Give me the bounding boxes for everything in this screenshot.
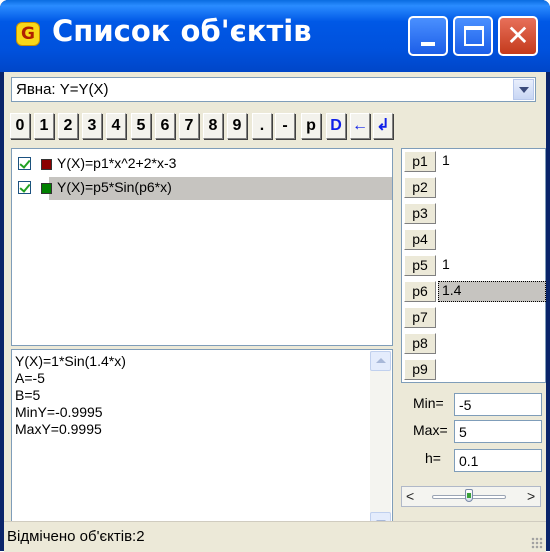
param-row[interactable]: p7	[404, 307, 546, 328]
param-row[interactable]: p3	[404, 203, 546, 224]
param-row[interactable]: p9	[404, 359, 546, 380]
step-input[interactable]: 0.1	[454, 449, 542, 472]
info-line: B=5	[15, 387, 41, 403]
param-row[interactable]: p8	[404, 333, 546, 354]
scroll-up-button[interactable]	[370, 351, 391, 371]
key-button[interactable]: p	[301, 113, 321, 139]
key-button[interactable]: 1	[34, 113, 54, 139]
key-button[interactable]: 8	[203, 113, 223, 139]
min-label: Min=	[413, 395, 444, 411]
list-item[interactable]: Y(X)=p1*x^2+2*x-3	[12, 152, 392, 176]
info-line: MinY=-0.9995	[15, 404, 103, 420]
key-button[interactable]: 0	[10, 113, 30, 139]
param-value[interactable]: 1	[442, 256, 450, 272]
param-value[interactable]: 1.4	[442, 282, 461, 298]
param-button[interactable]: p5	[404, 255, 436, 276]
param-button[interactable]: p6	[404, 281, 436, 302]
close-icon: ✕	[506, 19, 530, 52]
key-button[interactable]: 2	[58, 113, 78, 139]
step-value: 0.1	[459, 453, 479, 469]
max-value: 5	[459, 424, 467, 440]
param-button[interactable]: p2	[404, 177, 436, 198]
object-info-box: Y(X)=1*Sin(1.4*x) A=-5 B=5 MinY=-0.9995 MaxY…	[11, 349, 393, 534]
status-text: Відмічено об'єктів:2	[7, 528, 145, 545]
key-button[interactable]: ↲	[373, 113, 393, 139]
chevron-down-icon[interactable]	[513, 79, 534, 100]
param-row[interactable]: p4	[404, 229, 546, 250]
window: G Список об'єктів ✕ Явна: Y=Y(X) 0123456…	[0, 0, 550, 552]
slider-right-icon[interactable]: >	[527, 488, 535, 504]
max-label: Max=	[413, 422, 448, 438]
close-button[interactable]: ✕	[498, 16, 538, 56]
key-button[interactable]: .	[252, 113, 272, 139]
client-area: Явна: Y=Y(X) 0 1 2 3 4 5 6 7 8 9. - p D ← ↲ Y(X)=p1*x^…	[4, 72, 546, 552]
param-button[interactable]: p1	[404, 151, 436, 172]
key-button[interactable]: 7	[179, 113, 199, 139]
title-bar[interactable]: G Список об'єктів ✕	[0, 0, 550, 72]
minimize-icon	[421, 42, 435, 46]
window-title: Список об'єктів	[52, 14, 312, 48]
visibility-checkbox[interactable]	[18, 181, 31, 194]
info-scrollbar[interactable]	[370, 351, 391, 532]
key-button[interactable]: D	[326, 113, 346, 139]
key-button[interactable]: ←	[350, 113, 370, 139]
resize-grip[interactable]	[531, 537, 543, 549]
key-button[interactable]: 6	[155, 113, 175, 139]
key-button[interactable]: 5	[131, 113, 151, 139]
param-row[interactable]: p1 1	[404, 151, 546, 172]
key-button[interactable]: 9	[227, 113, 247, 139]
object-formula: Y(X)=p5*Sin(p6*x)	[57, 179, 172, 195]
info-line: Y(X)=1*Sin(1.4*x)	[15, 353, 126, 369]
param-row[interactable]: p5 1	[404, 255, 546, 276]
param-button[interactable]: p8	[404, 333, 436, 354]
object-formula: Y(X)=p1*x^2+2*x-3	[57, 155, 177, 171]
status-bar: Відмічено об'єктів:2	[4, 521, 546, 552]
list-item[interactable]: Y(X)=p5*Sin(p6*x)	[12, 176, 392, 200]
minimize-button[interactable]	[408, 16, 448, 56]
maximize-icon	[464, 26, 484, 46]
min-input[interactable]: -5	[454, 393, 542, 416]
info-line: MaxY=0.9995	[15, 421, 102, 437]
param-row[interactable]: p6 1.4	[404, 281, 546, 302]
info-line: A=-5	[15, 370, 45, 386]
param-button[interactable]: p9	[404, 359, 436, 380]
param-row[interactable]: p2	[404, 177, 546, 198]
param-button[interactable]: p4	[404, 229, 436, 250]
maximize-button[interactable]	[453, 16, 493, 56]
step-label: h=	[425, 450, 441, 466]
visibility-checkbox[interactable]	[18, 157, 31, 170]
param-button[interactable]: p3	[404, 203, 436, 224]
param-button[interactable]: p7	[404, 307, 436, 328]
color-swatch	[41, 159, 52, 170]
key-button[interactable]: 4	[106, 113, 126, 139]
max-input[interactable]: 5	[454, 420, 542, 443]
parameter-slider[interactable]: < >	[401, 486, 541, 507]
slider-thumb[interactable]	[465, 489, 473, 502]
slider-left-icon[interactable]: <	[406, 488, 414, 504]
key-button[interactable]: 3	[82, 113, 102, 139]
min-value: -5	[459, 397, 472, 413]
parameter-list: p1 1 p2 p3 p4 p5 1 p6 1.4 p7 p8 p9	[401, 148, 546, 383]
function-type-select[interactable]: Явна: Y=Y(X)	[11, 77, 536, 102]
app-icon: G	[16, 22, 40, 46]
key-button[interactable]: -	[275, 113, 295, 139]
color-swatch	[41, 183, 52, 194]
function-type-value: Явна: Y=Y(X)	[16, 81, 109, 98]
param-value[interactable]: 1	[442, 152, 450, 168]
object-list[interactable]: Y(X)=p1*x^2+2*x-3 Y(X)=p5*Sin(p6*x)	[11, 148, 393, 346]
